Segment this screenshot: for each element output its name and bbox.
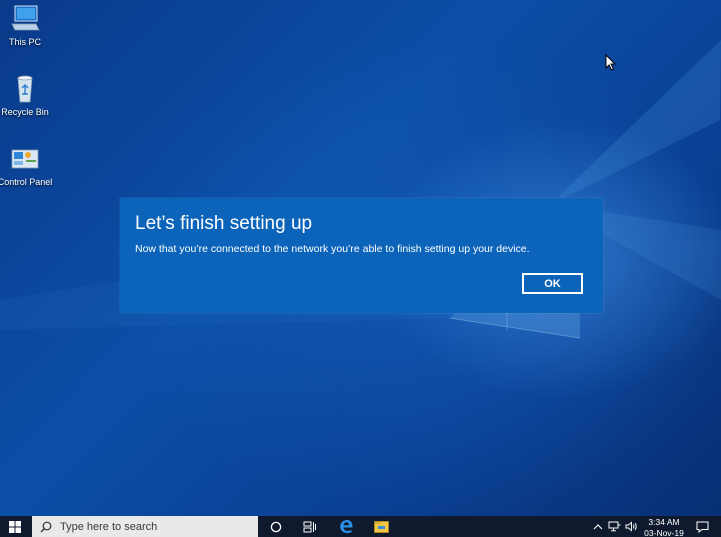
- dialog-message: Now that you’re connected to the network…: [135, 243, 530, 255]
- desktop-icon-control-panel[interactable]: Control Panel: [0, 146, 54, 187]
- desktop-icon-label: Control Panel: [0, 177, 53, 187]
- edge-taskbar-button[interactable]: [331, 516, 361, 537]
- recycle-bin-icon: [17, 75, 33, 103]
- clock-date: 03-Nov-19: [644, 528, 684, 537]
- mouse-cursor-icon: [605, 54, 617, 71]
- windows-logo-icon: [9, 520, 21, 533]
- start-button[interactable]: [0, 516, 30, 537]
- volume-button[interactable]: [624, 516, 638, 537]
- desktop-icon-this-pc[interactable]: This PC: [0, 4, 54, 47]
- task-view-icon: [303, 521, 316, 532]
- network-button[interactable]: [607, 516, 621, 537]
- file-explorer-taskbar-button[interactable]: [366, 516, 396, 537]
- computer-icon: [11, 5, 40, 31]
- action-center-button[interactable]: [692, 516, 712, 537]
- edge-icon: [339, 520, 353, 534]
- desktop-icon-label: Recycle Bin: [1, 107, 49, 117]
- show-hidden-icons-icon: [593, 523, 603, 529]
- search-placeholder: Type here to search: [60, 520, 158, 533]
- show-hidden-icons-button[interactable]: [592, 516, 604, 537]
- file-explorer-icon: [373, 521, 389, 533]
- network-icon: [608, 521, 620, 532]
- cortana-button[interactable]: [261, 516, 291, 537]
- notifications-icon: [696, 521, 708, 533]
- taskbar-search-box[interactable]: Type here to search: [32, 516, 258, 537]
- desktop: This PC Recycle Bin Control Panel Let’s …: [0, 0, 721, 537]
- finish-setup-dialog: Let’s finish setting up Now that you’re …: [120, 198, 603, 313]
- taskbar-clock[interactable]: 3:34 AM 03-Nov-19: [640, 517, 688, 537]
- desktop-icon-label: This PC: [8, 37, 41, 47]
- cortana-icon: [270, 521, 282, 532]
- search-icon: [40, 521, 52, 532]
- task-view-button[interactable]: [295, 516, 325, 537]
- ok-button[interactable]: OK: [522, 273, 583, 294]
- dialog-title: Let’s finish setting up: [135, 213, 313, 234]
- desktop-icon-recycle-bin[interactable]: Recycle Bin: [0, 74, 54, 117]
- volume-icon: [625, 521, 637, 532]
- taskbar: Type here to search 3:34 AM 03-Nov-19: [0, 516, 721, 537]
- clock-time: 3:34 AM: [648, 517, 680, 527]
- control-panel-icon: [11, 149, 39, 169]
